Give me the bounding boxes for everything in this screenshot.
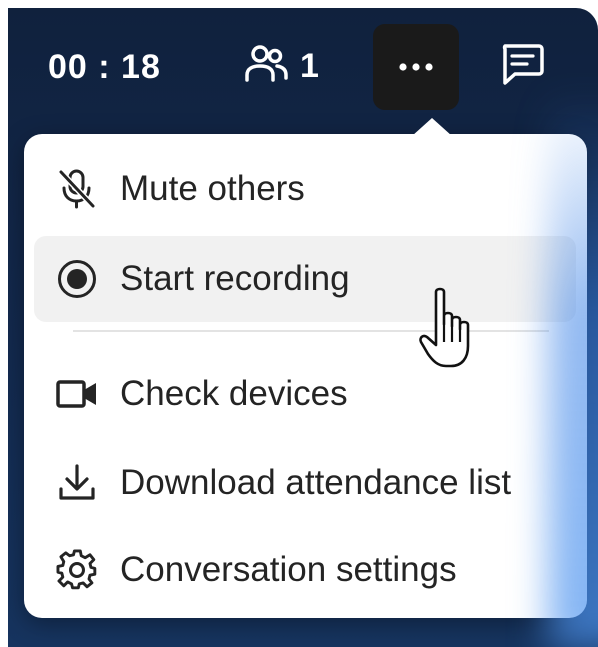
- people-icon: [244, 44, 288, 89]
- menu-item-download-attendance[interactable]: Download attendance list: [34, 440, 576, 526]
- more-options-button[interactable]: [373, 24, 459, 110]
- call-timer: 00 : 18: [48, 48, 161, 86]
- download-icon: [55, 461, 99, 505]
- menu-item-mute-others[interactable]: Mute others: [34, 146, 576, 232]
- menu-caret: [412, 118, 452, 136]
- chat-button[interactable]: [493, 38, 551, 96]
- menu-item-label: Conversation settings: [120, 550, 457, 589]
- menu-item-label: Check devices: [120, 374, 348, 413]
- menu-item-start-recording[interactable]: Start recording: [34, 236, 576, 322]
- menu-item-conversation-settings[interactable]: Conversation settings: [34, 527, 576, 613]
- participants-count: 1: [300, 47, 319, 85]
- gear-icon: [55, 548, 99, 592]
- video-camera-icon: [55, 372, 99, 416]
- menu-item-label: Download attendance list: [120, 463, 512, 502]
- more-options-menu: Mute others Start recording Check device…: [24, 118, 587, 618]
- mic-off-icon: [55, 167, 99, 211]
- menu-divider: [73, 330, 549, 332]
- participants-button[interactable]: 1: [244, 44, 319, 89]
- menu-item-label: Start recording: [120, 259, 350, 298]
- more-horizontal-icon: [398, 58, 434, 76]
- chat-icon: [499, 43, 545, 92]
- call-top-bar: 00 : 18 1: [8, 8, 598, 128]
- call-window: 00 : 18 1 Mute others Start recording Ch…: [8, 8, 598, 647]
- menu-item-check-devices[interactable]: Check devices: [34, 351, 576, 437]
- record-icon: [55, 257, 99, 301]
- menu-item-label: Mute others: [120, 169, 305, 208]
